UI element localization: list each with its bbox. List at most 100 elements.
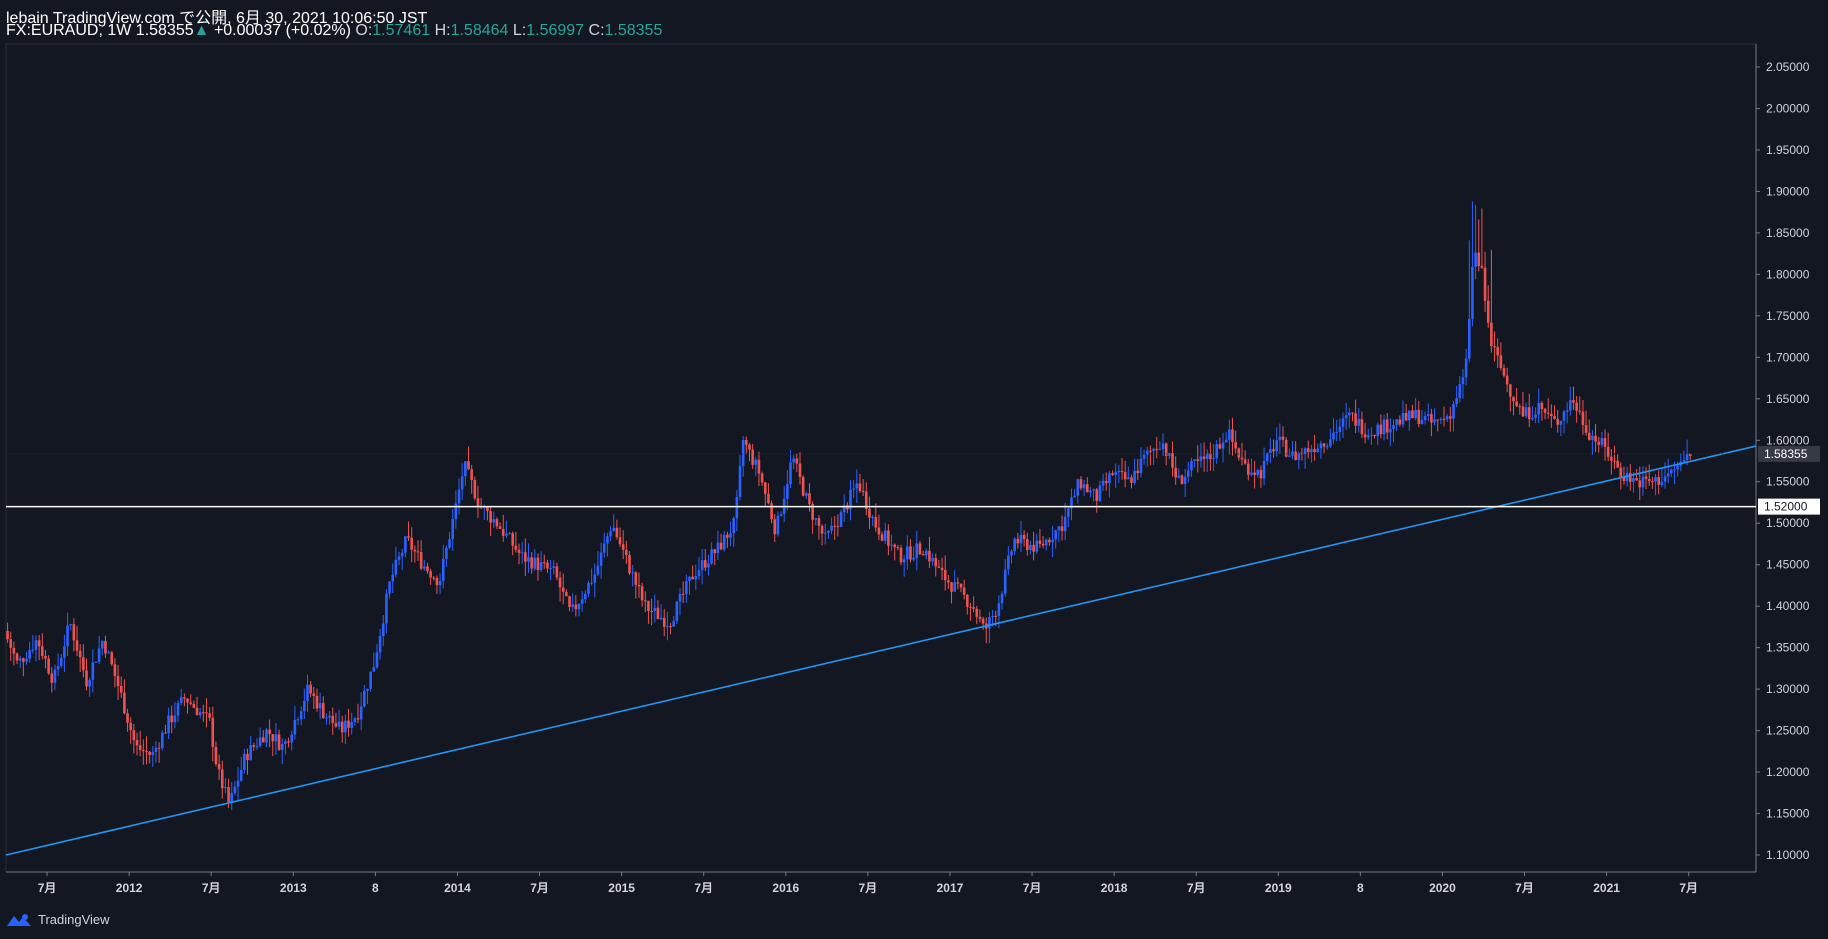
- candle-body: [1673, 469, 1676, 471]
- candle-body: [202, 712, 205, 714]
- candle-body: [729, 533, 732, 538]
- candle-body: [388, 581, 391, 594]
- candle-body: [542, 562, 546, 564]
- candle-body: [716, 542, 720, 554]
- x-tick-label: 2021: [1593, 881, 1620, 895]
- candle-body: [1174, 467, 1177, 478]
- candle-body: [688, 576, 691, 581]
- candle-body: [1003, 569, 1007, 594]
- candle-body: [88, 679, 91, 687]
- candle-body: [1187, 470, 1190, 477]
- candle-body: [1199, 456, 1203, 461]
- candle-body: [517, 549, 521, 553]
- candle-body: [445, 547, 448, 559]
- candle-body: [618, 537, 622, 545]
- candle-body: [795, 458, 799, 464]
- candle-body: [75, 640, 79, 651]
- candle-body: [261, 737, 265, 743]
- candle-body: [1414, 409, 1417, 418]
- y-tick-label: 1.90000: [1766, 184, 1810, 198]
- candle-body: [1464, 358, 1468, 378]
- y-tick-label: 1.30000: [1766, 682, 1810, 696]
- candle-body: [309, 684, 312, 694]
- candle-body: [205, 712, 208, 714]
- candle-body: [1341, 418, 1345, 427]
- y-tick-label: 2.00000: [1766, 101, 1810, 115]
- candle-body: [416, 551, 420, 553]
- candle-body: [978, 616, 982, 619]
- candle-body: [1521, 406, 1525, 417]
- candle-body: [34, 640, 38, 650]
- candle-body: [666, 626, 669, 628]
- candle-body: [1262, 460, 1266, 479]
- candle-body: [1117, 471, 1121, 473]
- candle-body: [981, 618, 985, 624]
- candle-body: [350, 722, 353, 728]
- candle-body: [233, 786, 237, 794]
- candle-body: [1329, 439, 1332, 447]
- candle-body: [12, 647, 16, 654]
- candle-body: [394, 559, 398, 575]
- candle-body: [593, 574, 597, 583]
- candle-body: [227, 787, 230, 803]
- y-tick-label: 1.35000: [1766, 641, 1810, 655]
- candle-body: [69, 624, 73, 626]
- candle-body: [675, 601, 679, 622]
- candle-body: [299, 711, 303, 720]
- candle-body: [710, 549, 713, 564]
- candle-body: [1161, 443, 1165, 450]
- candle-body: [1606, 446, 1610, 457]
- candle-body: [331, 715, 335, 724]
- candle-body: [1382, 419, 1386, 435]
- candle-body: [97, 648, 101, 662]
- x-tick-label: 2017: [937, 881, 964, 895]
- candle-body: [1016, 538, 1020, 544]
- candle-body: [1600, 438, 1604, 445]
- candle-body: [1180, 475, 1184, 485]
- candle-body: [1461, 377, 1465, 385]
- candle-body: [1420, 420, 1424, 425]
- candle-body: [966, 594, 969, 607]
- candle-body: [306, 684, 309, 701]
- tradingview-brand[interactable]: TradingView: [6, 912, 110, 927]
- candle-body: [817, 518, 821, 526]
- candle-body: [277, 734, 281, 750]
- candle-body: [827, 530, 830, 533]
- candle-body: [770, 503, 773, 520]
- candle-body: [321, 703, 325, 718]
- candle-body: [116, 676, 120, 687]
- candle-body: [1338, 426, 1342, 433]
- price-chart[interactable]: 2.05000 2.00000 1.95000 1.90000 1.85000 1.800…: [0, 0, 1828, 939]
- candle-body: [871, 517, 874, 519]
- candle-body: [1619, 467, 1623, 478]
- candle-body: [495, 519, 499, 527]
- candle-body: [855, 483, 859, 489]
- x-tick-label: 7月: [38, 881, 57, 895]
- candle-body: [571, 604, 574, 607]
- candle-body: [1344, 415, 1348, 419]
- candle-body: [801, 476, 805, 496]
- candle-body: [1430, 414, 1433, 423]
- candle-body: [1439, 418, 1443, 420]
- candle-body: [340, 721, 344, 733]
- candle-body: [145, 751, 148, 753]
- candle-body: [1202, 456, 1206, 459]
- candle-body: [438, 580, 442, 586]
- candle-body: [779, 514, 783, 516]
- candle-body: [1035, 540, 1039, 552]
- candle-body: [1553, 415, 1556, 419]
- candle-body: [1281, 436, 1285, 440]
- candle-body: [735, 496, 739, 519]
- candle-body: [404, 536, 407, 553]
- candle-body: [776, 515, 780, 535]
- candle-body: [1363, 434, 1367, 438]
- candle-body: [53, 669, 57, 683]
- candle-body: [839, 512, 843, 527]
- candle-body: [1104, 480, 1108, 484]
- candle-body: [1404, 412, 1408, 421]
- candle-body: [1423, 415, 1427, 421]
- candle-body: [334, 723, 338, 727]
- candle-body: [1149, 450, 1152, 452]
- candle-body: [318, 703, 322, 709]
- candle-body: [1057, 526, 1061, 531]
